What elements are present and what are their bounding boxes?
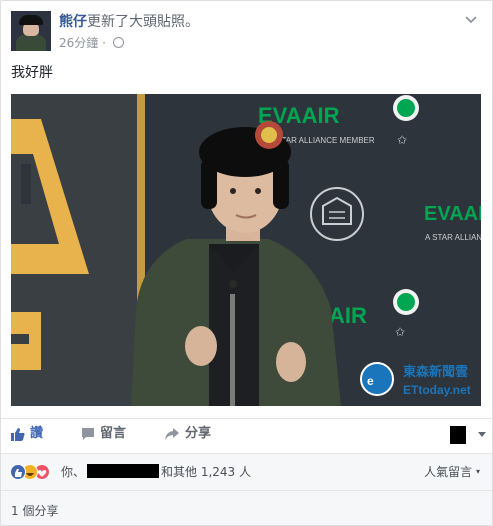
svg-text:✩: ✩: [395, 325, 405, 339]
shares-bar: 1 個分享: [1, 490, 492, 525]
eva-logo-right: EVAAIR A STAR ALLIANCE MEMBER: [424, 203, 481, 242]
share-arrow-icon: [165, 428, 179, 440]
reaction-summary[interactable]: 你、 和其他 1,243 人: [61, 463, 251, 481]
post-timestamp[interactable]: 26分鐘: [59, 36, 98, 50]
globe-icon: [112, 37, 124, 48]
post-meta: 26分鐘 ·: [59, 35, 124, 51]
sort-caret-icon: ▾: [475, 467, 480, 476]
svg-text:e: e: [367, 374, 374, 388]
thumbs-up-icon: [11, 428, 25, 441]
like-icon: [10, 464, 26, 480]
post-action-text: 更新了大頭貼照。: [87, 14, 199, 30]
like-label: 讚: [30, 426, 44, 441]
comment-sort-dropdown[interactable]: 人氣留言 ▾: [424, 463, 480, 481]
post-text: 我好胖: [11, 65, 53, 81]
share-button[interactable]: 分享: [164, 425, 211, 443]
svg-text:AIR: AIR: [329, 303, 367, 328]
sort-label: 人氣留言: [424, 465, 473, 479]
comment-icon: [82, 428, 94, 440]
reaction-prefix: 你、: [61, 465, 86, 479]
post-title-line: 熊仔更新了大頭貼照。: [59, 13, 199, 31]
meta-separator: ·: [102, 36, 106, 50]
comment-button[interactable]: 留言: [81, 425, 126, 443]
eva-brand-text-2: EVAAIR: [424, 203, 481, 225]
author-avatar[interactable]: [11, 11, 51, 51]
profile-photo[interactable]: EVAAIR A STAR ALLIANCE MEMBER ✩ EVAAIR A…: [11, 94, 481, 406]
share-label: 分享: [185, 426, 212, 441]
redacted-name: [87, 464, 160, 478]
share-count[interactable]: 1 個分享: [11, 503, 58, 519]
comment-label: 留言: [100, 426, 127, 441]
post-header: 熊仔更新了大頭貼照。 26分鐘 ·: [11, 11, 481, 55]
author-name[interactable]: 熊仔: [59, 14, 87, 30]
action-bar: 讚 留言 分享: [1, 418, 492, 451]
reaction-suffix: 和其他 1,243 人: [161, 465, 251, 479]
post-options-chevron-icon[interactable]: [463, 11, 479, 27]
like-button[interactable]: 讚: [11, 425, 43, 443]
post-card: 熊仔更新了大頭貼照。 26分鐘 · 我好胖 EVAAIR A STAR ALLI…: [0, 0, 493, 526]
viewer-avatar-redacted[interactable]: [450, 426, 466, 444]
viewer-dropdown-caret-icon[interactable]: [478, 432, 486, 437]
svg-text:✩: ✩: [397, 133, 407, 147]
watermark-cn: 東森新聞雲: [403, 364, 468, 380]
reactions-bar: 你、 和其他 1,243 人 人氣留言 ▾: [1, 453, 492, 490]
watermark-en: ETtoday.net: [403, 383, 471, 397]
alliance-text-2: A STAR ALLIANCE MEMBER: [425, 233, 481, 242]
